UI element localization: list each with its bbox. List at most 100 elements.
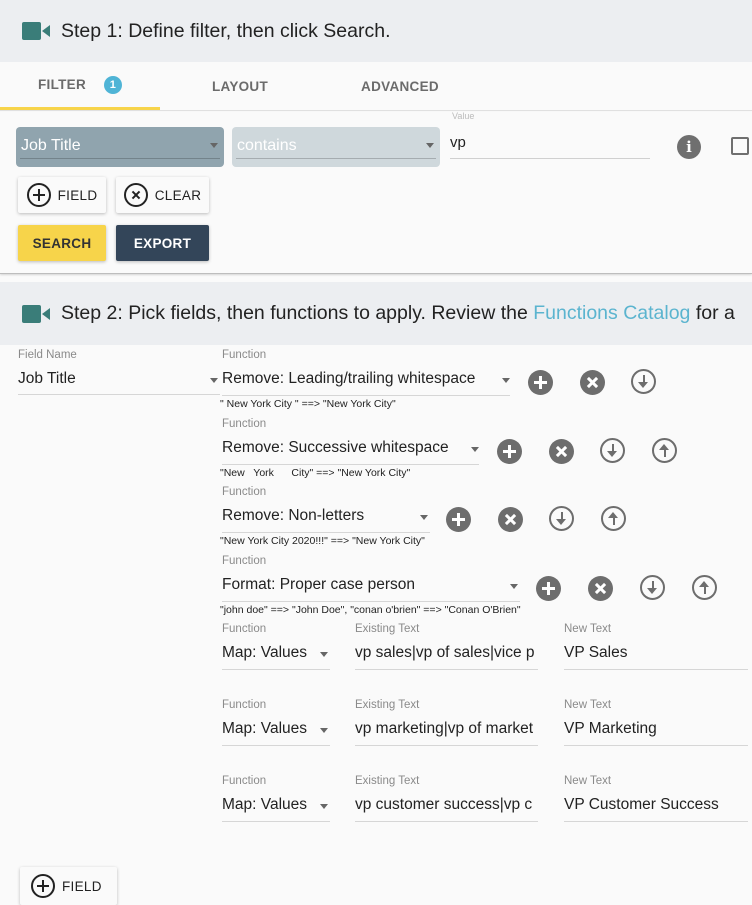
function-example: " New York City " ==> "New York City": [220, 398, 396, 410]
step2-title-prefix: Step 2: Pick fields, then functions to a…: [61, 302, 534, 324]
new-text-input[interactable]: VP Customer Success: [564, 792, 748, 822]
existing-text-value: vp customer success|vp c: [355, 796, 533, 813]
move-up-button[interactable]: [692, 575, 717, 600]
field-name-value: Job Title: [18, 370, 76, 387]
filter-panel: Job Title contains Value vp i FIELD CLEA…: [0, 111, 752, 274]
video-camera-icon[interactable]: [22, 22, 50, 40]
function-label: Function: [222, 623, 267, 635]
move-up-button[interactable]: [652, 438, 677, 463]
function-value: Remove: Leading/trailing whitespace: [222, 370, 476, 387]
function-label: Function: [222, 418, 267, 430]
search-label: SEARCH: [32, 235, 92, 251]
function-select-2[interactable]: Remove: Successive whitespace: [222, 435, 479, 465]
function-select-3[interactable]: Remove: Non-letters: [222, 503, 430, 533]
add-function-button[interactable]: [497, 439, 522, 464]
new-text-label: New Text: [564, 699, 612, 711]
export-button[interactable]: EXPORT: [116, 225, 209, 261]
remove-function-button[interactable]: [588, 576, 613, 601]
function-label: Function: [222, 486, 267, 498]
tab-bar: FILTER 1 LAYOUT ADVANCED: [0, 62, 752, 111]
map-function-select[interactable]: Map: Values: [222, 716, 330, 746]
search-button[interactable]: SEARCH: [18, 225, 106, 261]
video-camera-icon[interactable]: [22, 304, 50, 323]
move-down-button[interactable]: [640, 575, 665, 600]
clear-button[interactable]: CLEAR: [116, 177, 209, 213]
function-label: Function: [222, 699, 267, 711]
new-text-label: New Text: [564, 775, 612, 787]
new-text-input[interactable]: VP Sales: [564, 640, 748, 670]
chevron-down-icon: [510, 584, 518, 589]
existing-text-input[interactable]: vp sales|vp of sales|vice p: [355, 640, 538, 670]
add-function-button[interactable]: [528, 370, 553, 395]
new-text-input[interactable]: VP Marketing: [564, 716, 748, 746]
existing-text-input[interactable]: vp marketing|vp of market: [355, 716, 538, 746]
info-icon[interactable]: i: [677, 135, 701, 159]
functions-catalog-link[interactable]: Functions Catalog: [533, 302, 690, 324]
new-text-value: VP Customer Success: [564, 796, 719, 813]
function-value: Format: Proper case person: [222, 576, 415, 593]
new-text-label: New Text: [564, 623, 612, 635]
existing-text-label: Existing Text: [355, 775, 420, 787]
move-down-button[interactable]: [549, 506, 574, 531]
step1-title: Step 1: Define filter, then click Search…: [61, 19, 391, 42]
clear-label: CLEAR: [154, 187, 202, 203]
map-function-select[interactable]: Map: Values: [222, 792, 330, 822]
filter-operator-value: contains: [237, 137, 297, 154]
tab-layout[interactable]: LAYOUT: [160, 62, 320, 110]
function-value: Remove: Non-letters: [222, 507, 365, 524]
info-glyph: i: [686, 138, 692, 156]
add-function-button[interactable]: [446, 507, 471, 532]
tab-layout-label: LAYOUT: [211, 78, 269, 94]
filter-count-badge: 1: [104, 75, 123, 94]
step1-header: Step 1: Define filter, then click Search…: [0, 0, 752, 62]
function-value: Map: Values: [222, 796, 308, 813]
function-value: Map: Values: [222, 644, 308, 661]
function-select-1[interactable]: Remove: Leading/trailing whitespace: [222, 366, 510, 396]
remove-function-button[interactable]: [549, 439, 574, 464]
existing-text-value: vp sales|vp of sales|vice p: [355, 644, 535, 661]
map-function-select[interactable]: Map: Values: [222, 640, 330, 670]
move-down-button[interactable]: [631, 369, 656, 394]
add-field-button[interactable]: FIELD: [18, 177, 106, 213]
filter-field-value: Job Title: [21, 137, 81, 154]
function-label: Function: [222, 349, 267, 361]
chevron-down-icon: [320, 728, 328, 733]
move-down-button[interactable]: [600, 438, 625, 463]
tab-filter-label: FILTER: [37, 77, 87, 92]
remove-function-button[interactable]: [498, 507, 523, 532]
tab-advanced[interactable]: ADVANCED: [320, 62, 480, 110]
filter-value-text: vp: [450, 134, 466, 151]
existing-text-input[interactable]: vp customer success|vp c: [355, 792, 538, 822]
cancel-circle-icon: [123, 183, 148, 207]
field-name-select[interactable]: Job Title: [18, 366, 220, 395]
new-text-value: VP Sales: [564, 644, 628, 661]
function-label: Function: [222, 555, 267, 567]
remove-function-button[interactable]: [580, 370, 605, 395]
function-example: "john doe" ==> "John Doe", "conan o'brie…: [220, 604, 521, 616]
existing-text-value: vp marketing|vp of market: [355, 720, 534, 737]
chevron-down-icon: [210, 378, 218, 383]
tab-filter[interactable]: FILTER 1: [0, 62, 160, 110]
add-circle-icon: [31, 874, 55, 898]
function-example: "New York City 2020!!!" ==> "New York Ci…: [220, 535, 425, 547]
add-transform-field-button[interactable]: FIELD: [20, 867, 117, 905]
function-example: "New York City" ==> "New York City": [220, 467, 411, 479]
filter-field-select[interactable]: Job Title: [16, 127, 224, 167]
filter-value-input[interactable]: vp: [450, 134, 650, 159]
chevron-down-icon: [420, 515, 428, 520]
add-circle-icon: [26, 183, 51, 207]
filter-operator-select[interactable]: contains: [232, 127, 440, 167]
chevron-down-icon: [426, 143, 434, 148]
move-up-button[interactable]: [601, 506, 626, 531]
step2-title: Step 2: Pick fields, then functions to a…: [61, 302, 735, 325]
chevron-down-icon: [502, 378, 510, 383]
export-label: EXPORT: [133, 235, 192, 251]
step2-header: Step 2: Pick fields, then functions to a…: [0, 282, 752, 345]
tab-advanced-label: ADVANCED: [361, 78, 439, 94]
filter-checkbox[interactable]: [731, 137, 749, 155]
chevron-down-icon: [210, 143, 218, 148]
add-field-label: FIELD: [62, 878, 102, 894]
add-function-button[interactable]: [536, 576, 561, 601]
function-select-4[interactable]: Format: Proper case person: [222, 572, 520, 602]
function-label: Function: [222, 775, 267, 787]
